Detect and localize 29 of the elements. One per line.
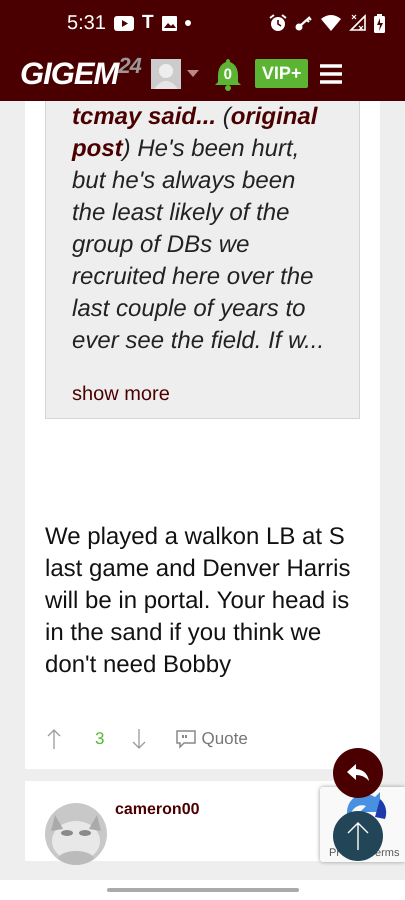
clock-time: 5:31 [67,12,106,34]
logo-text[interactable]: GIGEM [20,56,118,92]
show-more-link[interactable]: show more [72,383,170,406]
quote-button[interactable]: Quote [176,729,248,749]
bell-icon [212,56,243,90]
downvote-arrow-icon[interactable] [132,729,146,749]
alarm-clock-icon [269,14,287,32]
upvote-arrow-icon[interactable] [47,729,61,749]
wifi-icon [321,15,341,31]
home-handle-icon[interactable] [106,888,298,892]
quote-text: tcmay said... (original post) He's been hurt, but he's always been the least likely of the group of DBs we recruited here over the last couple of years to ever see the field. If w... [72,102,326,356]
image-icon [162,16,177,30]
logo-number: 24 [118,52,141,78]
app-letter-icon: T [142,12,154,34]
notification-count: 0 [222,66,233,82]
post-text: We played a walkon LB at S last game and Denver Harris will be in portal. Your head is in the sand if you think we don't need Bobby [45,522,352,680]
dot-icon [184,20,191,26]
battery-charging-icon [374,14,385,32]
signal-icon [349,14,366,32]
username[interactable]: cameron00 [115,801,200,839]
reply-arrow-icon [346,763,370,783]
up-arrow-icon [346,821,370,851]
vote-count: 3 [95,729,104,749]
caret-icon [186,70,199,78]
speech-bubble-icon [176,729,196,749]
video-play-icon [114,16,134,30]
menu-icon[interactable] [320,64,342,84]
key-icon [295,15,313,31]
avatar-placeholder-icon [150,58,181,88]
